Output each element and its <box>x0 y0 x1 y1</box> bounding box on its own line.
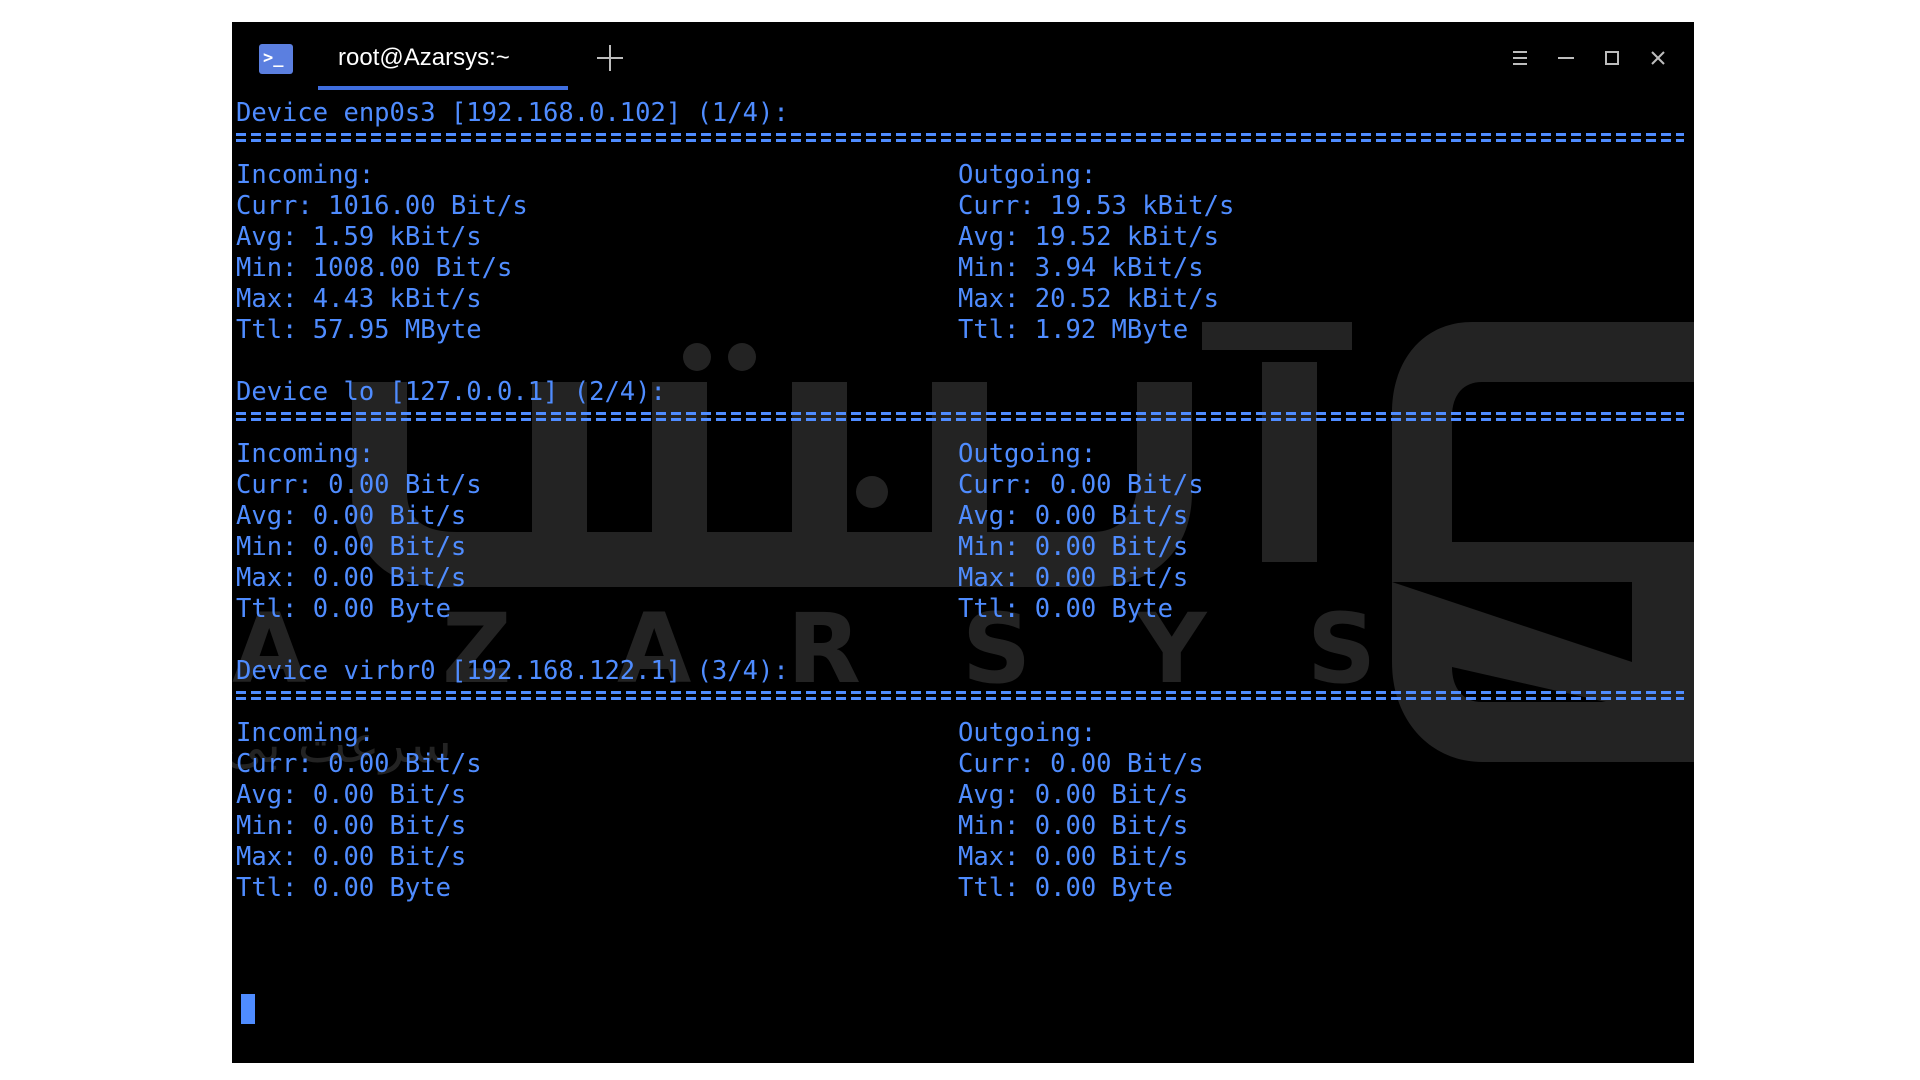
window-controls <box>1504 42 1674 74</box>
tab-terminal-session[interactable]: root@Azarsys:~ <box>318 22 568 92</box>
outgoing-max: Max: 0.00 Bit/s <box>958 563 1189 593</box>
close-button[interactable] <box>1642 42 1674 74</box>
maximize-icon <box>1605 51 1619 65</box>
plus-icon <box>597 45 623 71</box>
incoming-avg: Avg: 1.59 kBit/s <box>236 222 482 252</box>
outgoing-max: Max: 20.52 kBit/s <box>958 284 1219 314</box>
incoming-curr: Curr: 0.00 Bit/s <box>236 749 482 779</box>
separator-line <box>236 131 1684 143</box>
outgoing-min: Min: 0.00 Bit/s <box>958 532 1189 562</box>
outgoing-label: Outgoing: <box>958 718 1097 748</box>
incoming-avg: Avg: 0.00 Bit/s <box>236 501 467 531</box>
outgoing-max: Max: 0.00 Bit/s <box>958 842 1189 872</box>
terminal-window: A Z A R S Y S سرعت بی نهایت میزبانی وب >… <box>232 22 1694 1063</box>
outgoing-label: Outgoing: <box>958 439 1097 469</box>
incoming-max: Max: 0.00 Bit/s <box>236 842 467 872</box>
terminal-output[interactable]: Device enp0s3 [192.168.0.102] (1/4): Inc… <box>236 92 1690 1052</box>
incoming-ttl: Ttl: 57.95 MByte <box>236 315 482 345</box>
outgoing-ttl: Ttl: 1.92 MByte <box>958 315 1189 345</box>
title-bar: >_ root@Azarsys:~ <box>232 22 1694 92</box>
active-tab-indicator <box>318 86 568 90</box>
incoming-max: Max: 0.00 Bit/s <box>236 563 467 593</box>
incoming-min: Min: 0.00 Bit/s <box>236 811 467 841</box>
outgoing-min: Min: 3.94 kBit/s <box>958 253 1204 283</box>
separator-line <box>236 689 1684 701</box>
outgoing-avg: Avg: 0.00 Bit/s <box>958 501 1189 531</box>
incoming-min: Min: 1008.00 Bit/s <box>236 253 513 283</box>
incoming-max: Max: 4.43 kBit/s <box>236 284 482 314</box>
outgoing-avg: Avg: 19.52 kBit/s <box>958 222 1219 252</box>
incoming-label: Incoming: <box>236 439 375 469</box>
minimize-button[interactable] <box>1550 42 1582 74</box>
menu-button[interactable] <box>1504 42 1536 74</box>
separator-line <box>236 410 1684 422</box>
new-tab-button[interactable] <box>592 40 628 76</box>
outgoing-ttl: Ttl: 0.00 Byte <box>958 594 1173 624</box>
incoming-curr: Curr: 0.00 Bit/s <box>236 470 482 500</box>
terminal-icon-glyph: >_ <box>263 48 284 68</box>
incoming-label: Incoming: <box>236 160 375 190</box>
device-header: Device enp0s3 [192.168.0.102] (1/4): <box>236 98 789 128</box>
incoming-avg: Avg: 0.00 Bit/s <box>236 780 467 810</box>
outgoing-min: Min: 0.00 Bit/s <box>958 811 1189 841</box>
incoming-ttl: Ttl: 0.00 Byte <box>236 873 451 903</box>
incoming-min: Min: 0.00 Bit/s <box>236 532 467 562</box>
outgoing-curr: Curr: 0.00 Bit/s <box>958 470 1204 500</box>
outgoing-avg: Avg: 0.00 Bit/s <box>958 780 1189 810</box>
incoming-label: Incoming: <box>236 718 375 748</box>
close-icon <box>1651 51 1665 65</box>
outgoing-ttl: Ttl: 0.00 Byte <box>958 873 1173 903</box>
tab-title: root@Azarsys:~ <box>338 44 510 71</box>
incoming-ttl: Ttl: 0.00 Byte <box>236 594 451 624</box>
outgoing-curr: Curr: 0.00 Bit/s <box>958 749 1204 779</box>
incoming-curr: Curr: 1016.00 Bit/s <box>236 191 528 221</box>
minimize-icon <box>1558 57 1574 59</box>
device-header: Device lo [127.0.0.1] (2/4): <box>236 377 666 407</box>
text-cursor <box>241 994 255 1024</box>
hamburger-menu-icon <box>1513 51 1527 65</box>
device-header: Device virbr0 [192.168.122.1] (3/4): <box>236 656 789 686</box>
maximize-button[interactable] <box>1596 42 1628 74</box>
terminal-icon: >_ <box>259 44 293 74</box>
outgoing-curr: Curr: 19.53 kBit/s <box>958 191 1235 221</box>
outgoing-label: Outgoing: <box>958 160 1097 190</box>
